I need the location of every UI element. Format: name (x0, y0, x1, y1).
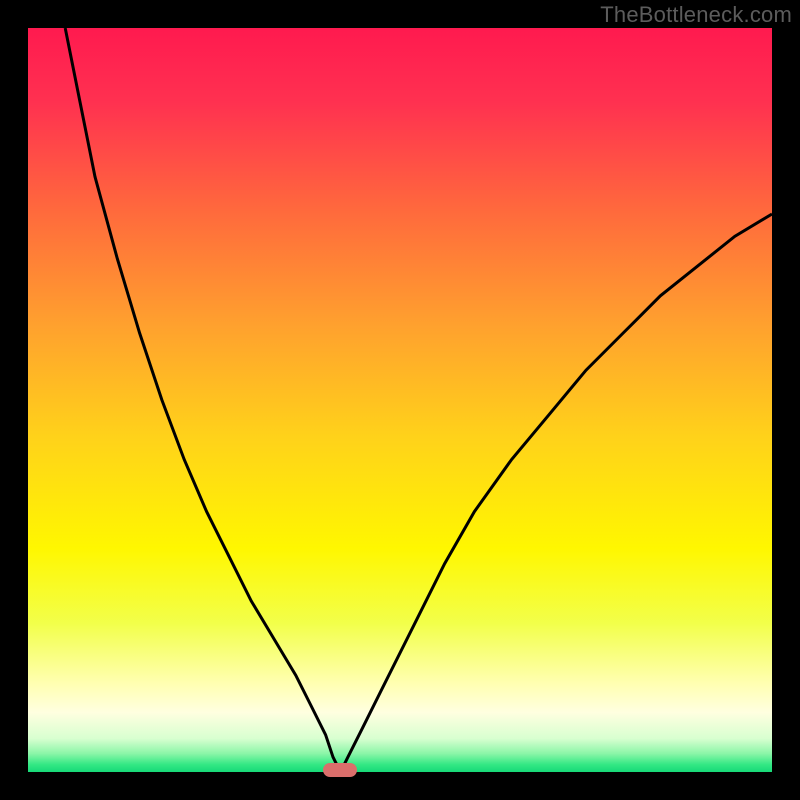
plot-area (28, 28, 772, 772)
right-curve (341, 214, 773, 772)
optimum-marker (323, 763, 357, 777)
left-curve (65, 28, 340, 772)
chart-frame: TheBottleneck.com (0, 0, 800, 800)
watermark-text: TheBottleneck.com (600, 2, 792, 28)
bottleneck-curves (28, 28, 772, 772)
